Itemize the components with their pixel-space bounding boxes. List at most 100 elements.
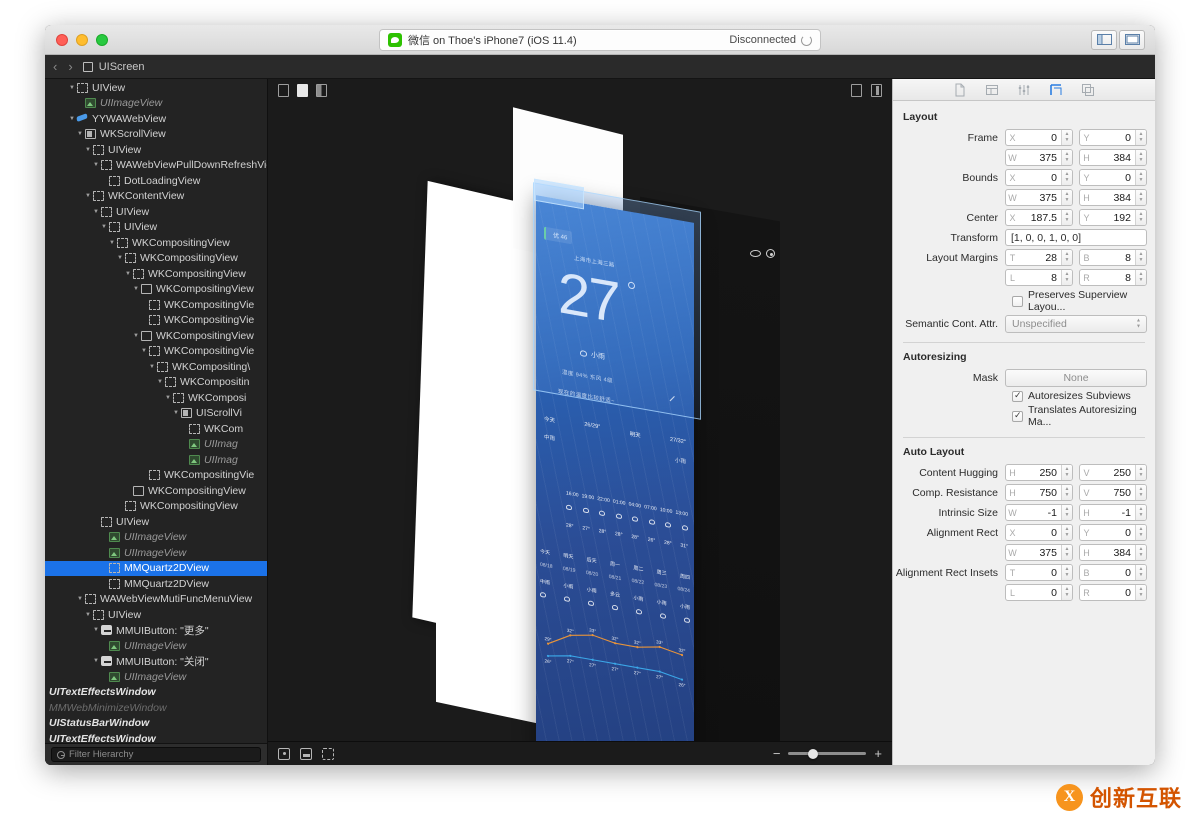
filter-hierarchy-input[interactable]: Filter Hierarchy <box>51 747 261 762</box>
tree-row[interactable]: ▼ UIView <box>45 204 267 220</box>
stepper-icon[interactable]: ▲ ▼ <box>1135 525 1146 540</box>
field-l[interactable]: L 8 ▲ ▼ <box>1005 269 1073 286</box>
debug-canvas[interactable]: 优 46 上海市上海三路 27 小雨 湿度 94% 东风 4级 现在的温度比较舒… <box>268 101 892 741</box>
tree-row[interactable]: ▼ UIView <box>45 142 267 158</box>
disclosure-triangle-icon[interactable]: ▼ <box>91 209 101 215</box>
stepper-icon[interactable]: ▲ ▼ <box>1061 565 1072 580</box>
tree-row[interactable]: WKCompositingVie <box>45 313 267 329</box>
field-h[interactable]: H -1 ▲ ▼ <box>1079 504 1147 521</box>
field-r[interactable]: R 0 ▲ ▼ <box>1079 584 1147 601</box>
stepper-icon[interactable]: ▲ ▼ <box>1135 210 1146 225</box>
stepper-icon[interactable]: ▲ ▼ <box>1135 190 1146 205</box>
tree-row[interactable]: ▼ WKCompositingVie <box>45 344 267 360</box>
minimize-window-button[interactable] <box>76 33 88 46</box>
field-h[interactable]: H 750 ▲ ▼ <box>1005 484 1073 501</box>
tree-row[interactable]: ▼ WKCompositingView <box>45 266 267 282</box>
stepper-icon[interactable]: ▲ ▼ <box>1135 585 1146 600</box>
edit-pencil-icon[interactable] <box>669 395 680 406</box>
tree-window-row[interactable]: UIStatusBarWindow <box>45 716 267 732</box>
disclosure-triangle-icon[interactable]: ▼ <box>83 612 93 618</box>
field-l[interactable]: L 0 ▲ ▼ <box>1005 584 1073 601</box>
field-h[interactable]: H 250 ▲ ▼ <box>1005 464 1073 481</box>
split-pane-icon[interactable] <box>871 83 882 97</box>
field-x[interactable]: X 0 ▲ ▼ <box>1005 524 1073 541</box>
tree-row[interactable]: ▼ UIScrollVi <box>45 406 267 422</box>
stepper-icon[interactable]: ▲ ▼ <box>1135 505 1146 520</box>
disclosure-triangle-icon[interactable]: ▼ <box>91 658 101 664</box>
tree-row[interactable]: ▼ WKContentView <box>45 189 267 205</box>
stepper-icon[interactable]: ▲ ▼ <box>1135 565 1146 580</box>
stepper-icon[interactable]: ▲ ▼ <box>1135 170 1146 185</box>
tree-row[interactable]: ▼ WKCompositingView <box>45 235 267 251</box>
view-mode-wireframe-icon[interactable] <box>278 83 289 97</box>
field-y[interactable]: Y 0 ▲ ▼ <box>1079 524 1147 541</box>
tree-row[interactable]: ▼ WKCompositingView <box>45 282 267 298</box>
tree-row[interactable]: ▼ WKCompositin <box>45 375 267 391</box>
disclosure-triangle-icon[interactable]: ▼ <box>91 162 101 168</box>
field-h[interactable]: H 384 ▲ ▼ <box>1079 149 1147 166</box>
stepper-icon[interactable]: ▲ ▼ <box>1135 250 1146 265</box>
disclosure-triangle-icon[interactable]: ▼ <box>147 364 157 370</box>
tree-row[interactable]: DotLoadingView <box>45 173 267 189</box>
disclosure-triangle-icon[interactable]: ▼ <box>107 240 117 246</box>
tree-row[interactable]: UIImageView <box>45 96 267 112</box>
field-b[interactable]: B 8 ▲ ▼ <box>1079 249 1147 266</box>
checkbox-row[interactable]: Translates Autoresizing Ma... <box>1012 404 1155 428</box>
stepper-icon[interactable]: ▲ ▼ <box>1061 130 1072 145</box>
tree-row[interactable]: ▼ WKCompositingView <box>45 251 267 267</box>
toggle-navigator-button[interactable] <box>1091 29 1117 50</box>
tree-row-selected[interactable]: MMQuartz2DView <box>45 560 267 576</box>
stepper-icon[interactable]: ▲ ▼ <box>1061 465 1072 480</box>
stepper-icon[interactable]: ▲ ▼ <box>1135 150 1146 165</box>
identity-inspector-tab[interactable] <box>1081 83 1095 97</box>
stepper-icon[interactable]: ▲ ▼ <box>1135 485 1146 500</box>
show-constraints-icon[interactable] <box>300 747 312 760</box>
tree-row[interactable]: WKCompositingView <box>45 499 267 515</box>
visibility-eye-icon[interactable] <box>750 250 761 257</box>
disclosure-triangle-icon[interactable]: ▼ <box>75 596 85 602</box>
tree-row[interactable]: ▼ WAWebViewPullDownRefreshView <box>45 158 267 174</box>
disclosure-triangle-icon[interactable]: ▼ <box>67 85 77 91</box>
focus-selection-icon[interactable] <box>278 747 290 760</box>
stepper-icon[interactable]: ▲ ▼ <box>1061 190 1072 205</box>
tree-row[interactable]: ▼ WKCompositing\ <box>45 359 267 375</box>
tree-row[interactable]: ▼ MMUIButton: "关闭" <box>45 654 267 670</box>
field-b[interactable]: B 0 ▲ ▼ <box>1079 564 1147 581</box>
field-v[interactable]: V 250 ▲ ▼ <box>1079 464 1147 481</box>
tree-row[interactable]: ▼ WKCompositingView <box>45 328 267 344</box>
tree-row[interactable]: WKCom <box>45 421 267 437</box>
autoresizing-mask-button[interactable]: None <box>1005 369 1147 387</box>
tree-row[interactable]: WKCompositingVie <box>45 468 267 484</box>
checkbox[interactable] <box>1012 295 1023 307</box>
tree-row[interactable]: ▼ UIView <box>45 80 267 96</box>
stepper-icon[interactable]: ▲ ▼ <box>1061 485 1072 500</box>
disclosure-triangle-icon[interactable]: ▼ <box>115 255 125 261</box>
stepper-icon[interactable]: ▲ ▼ <box>1061 545 1072 560</box>
toggle-inspector-button[interactable] <box>1119 29 1145 50</box>
disclosure-triangle-icon[interactable]: ▼ <box>83 147 93 153</box>
disclosure-triangle-icon[interactable]: ▼ <box>91 627 101 633</box>
tree-row[interactable]: WKCompositingVie <box>45 297 267 313</box>
zoom-in-button[interactable]: + <box>874 746 882 761</box>
zoom-slider[interactable] <box>788 748 867 759</box>
zoom-window-button[interactable] <box>96 33 108 46</box>
zoom-out-button[interactable]: − <box>773 746 781 761</box>
tree-row[interactable]: ▼ UIView <box>45 607 267 623</box>
field-w[interactable]: W 375 ▲ ▼ <box>1005 149 1073 166</box>
disclosure-triangle-icon[interactable]: ▼ <box>75 131 85 137</box>
tree-row[interactable]: ▼ WKComposi <box>45 390 267 406</box>
weather-app-preview[interactable]: 优 46 上海市上海三路 27 小雨 湿度 94% 东风 4级 现在的温度比较舒… <box>536 195 694 741</box>
field-w[interactable]: W 375 ▲ ▼ <box>1005 189 1073 206</box>
disclosure-triangle-icon[interactable]: ▼ <box>83 193 93 199</box>
tree-row[interactable]: ▼ UIView <box>45 220 267 236</box>
transform-input[interactable]: [1, 0, 0, 1, 0, 0] <box>1005 229 1147 246</box>
field-h[interactable]: H 384 ▲ ▼ <box>1079 189 1147 206</box>
tree-row[interactable]: UIImageView <box>45 669 267 685</box>
disclosure-triangle-icon[interactable]: ▼ <box>131 286 141 292</box>
field-w[interactable]: W -1 ▲ ▼ <box>1005 504 1073 521</box>
field-x[interactable]: X 187.5 ▲ ▼ <box>1005 209 1073 226</box>
tree-row[interactable]: ▼ WAWebViewMutiFuncMenuView <box>45 592 267 608</box>
quick-help-inspector-tab[interactable] <box>985 83 999 97</box>
checkbox-row[interactable]: Autoresizes Subviews <box>1012 390 1155 402</box>
tree-row[interactable]: UIImag <box>45 452 267 468</box>
